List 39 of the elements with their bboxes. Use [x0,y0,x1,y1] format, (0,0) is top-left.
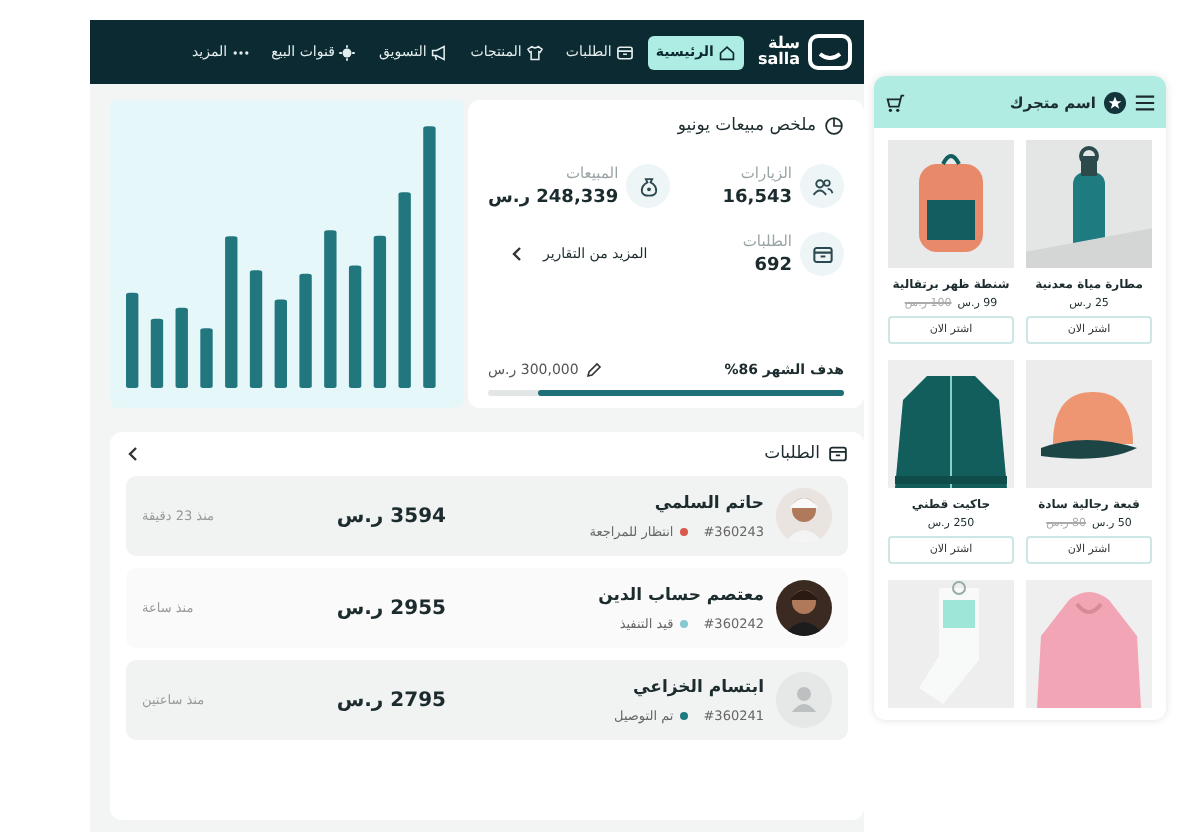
customer-name: ابتسام الخزاعي [631,677,764,697]
chevron-icon [510,246,527,262]
card-title: ملخص مبيعات يونيو [677,116,816,136]
order-amount: 2955 ر.س [334,597,446,619]
star-logo-icon [1104,91,1126,113]
chart-bar [126,292,139,388]
pencil-icon[interactable] [586,362,603,378]
customer-name: معتصم حساب الدين [596,585,764,605]
stat-value: 692 [752,256,792,276]
chart-bar [200,328,213,388]
chart-bar [175,307,188,388]
chevron-icon[interactable] [126,446,142,462]
channels-icon [338,43,357,61]
pie-chart-icon [824,116,844,136]
order-amount: 3594 ر.س [334,505,446,527]
chart-bar [299,273,312,388]
chart-bar [274,299,287,388]
avatar-placeholder-icon [776,672,832,728]
shirt-icon [525,43,544,61]
stat-value: 16,543 [722,188,792,208]
box-icon [615,43,634,61]
order-amount: 2795 ر.س [334,689,446,711]
moneybag-icon [626,164,671,208]
logo-text: سلة [766,36,800,52]
box-icon [828,444,848,464]
home-icon [717,43,736,61]
logo-icon [808,34,852,70]
chart-bar [150,318,164,388]
menu-icon[interactable] [1134,91,1156,113]
stat-value: 248,339 ر.س [488,188,619,208]
logo-text: salla [757,52,800,68]
box-icon [800,232,844,276]
megaphone-icon [430,43,449,61]
customer-name: حاتم السلمي [652,493,764,513]
chart-bar [249,270,263,388]
card-title: الطلبات [764,444,820,464]
chart-bar [348,265,362,388]
cart-icon[interactable] [884,91,906,113]
users-icon [800,164,844,208]
